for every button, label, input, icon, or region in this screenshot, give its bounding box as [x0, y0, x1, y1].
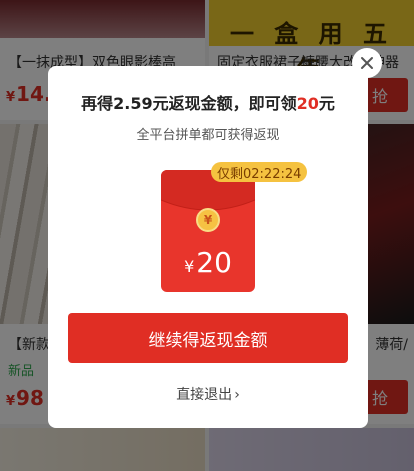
- envelope-amount: ¥20: [184, 246, 232, 279]
- red-envelope: ¥ ¥20: [161, 170, 255, 292]
- coin-icon: ¥: [196, 208, 220, 232]
- continue-cashback-button[interactable]: 继续得返现金额: [68, 313, 348, 363]
- modal-headline: 再得2.59元返现金额，即可领20元: [81, 94, 335, 113]
- countdown-badge: 仅剩02:22:24: [211, 162, 308, 182]
- cashback-modal: 再得2.59元返现金额，即可领20元 全平台拼单都可获得返现 ¥ ¥20 仅剩0…: [48, 66, 368, 428]
- headline-amount: 20: [296, 94, 319, 113]
- close-icon: [361, 57, 373, 69]
- modal-subline: 全平台拼单都可获得返现: [136, 128, 280, 143]
- exit-link[interactable]: 直接退出 ›: [48, 384, 368, 404]
- close-button[interactable]: [352, 48, 382, 78]
- chevron-right-icon: ›: [234, 387, 240, 403]
